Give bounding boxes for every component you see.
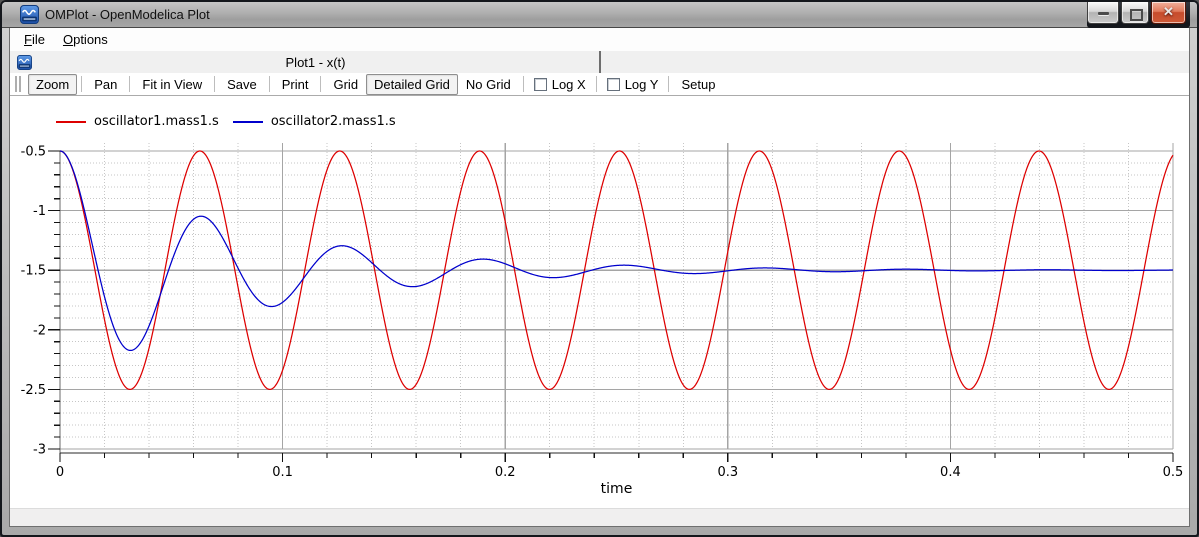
toolbar-separator xyxy=(129,76,130,92)
log-y-checkbox[interactable]: Log Y xyxy=(601,77,665,92)
tab-plot-icon xyxy=(17,55,32,70)
legend-swatch-red xyxy=(56,121,86,123)
svg-text:-2.5: -2.5 xyxy=(21,383,46,398)
log-x-checkbox[interactable]: Log X xyxy=(528,77,592,92)
checkbox-icon xyxy=(607,78,620,91)
toolbar-separator xyxy=(81,76,82,92)
tab-plot1[interactable]: Plot1 - x(t) xyxy=(13,51,601,73)
svg-text:-0.5: -0.5 xyxy=(21,145,46,160)
print-button[interactable]: Print xyxy=(274,74,317,95)
toolbar-separator xyxy=(596,76,597,92)
zoom-button[interactable]: Zoom xyxy=(28,74,77,95)
legend-item-oscillator1: oscillator1.mass1.s xyxy=(56,114,219,129)
toolbar-separator xyxy=(269,76,270,92)
x-axis-label: time xyxy=(60,481,1173,497)
svg-text:0.1: 0.1 xyxy=(272,465,293,480)
svg-text:0: 0 xyxy=(56,465,64,480)
toolbar-grip[interactable] xyxy=(15,76,22,92)
svg-text:-1.5: -1.5 xyxy=(21,264,46,279)
tab-bar: Plot1 - x(t) xyxy=(10,51,1189,73)
fit-in-view-button[interactable]: Fit in View xyxy=(134,74,210,95)
legend: oscillator1.mass1.s oscillator2.mass1.s xyxy=(56,114,396,129)
svg-text:0.4: 0.4 xyxy=(940,465,961,480)
legend-label: oscillator1.mass1.s xyxy=(94,114,219,129)
omplot-app-icon xyxy=(20,5,39,24)
legend-swatch-blue xyxy=(233,121,263,123)
save-button[interactable]: Save xyxy=(219,74,265,95)
toolbar: Zoom Pan Fit in View Save Print Grid Det… xyxy=(10,73,1189,96)
no-grid-button[interactable]: No Grid xyxy=(458,74,519,95)
legend-item-oscillator2: oscillator2.mass1.s xyxy=(233,114,396,129)
window-buttons: ✕ xyxy=(1087,2,1186,24)
toolbar-separator xyxy=(523,76,524,92)
window-title: OMPlot - OpenModelica Plot xyxy=(45,7,210,22)
status-bar xyxy=(10,508,1189,527)
close-icon: ✕ xyxy=(1152,4,1185,20)
detailed-grid-button[interactable]: Detailed Grid xyxy=(366,74,458,95)
toolbar-separator xyxy=(320,76,321,92)
toolbar-separator xyxy=(668,76,669,92)
legend-label: oscillator2.mass1.s xyxy=(271,114,396,129)
svg-text:0.3: 0.3 xyxy=(717,465,738,480)
checkbox-icon xyxy=(534,78,547,91)
tab-label: Plot1 - x(t) xyxy=(32,55,599,70)
grid-button[interactable]: Grid xyxy=(325,74,366,95)
svg-text:-1: -1 xyxy=(33,204,46,219)
pan-button[interactable]: Pan xyxy=(86,74,125,95)
menu-item-file[interactable]: File xyxy=(15,29,54,50)
menu-item-options[interactable]: Options xyxy=(54,29,117,50)
svg-text:0.5: 0.5 xyxy=(1163,465,1184,480)
menubar: File Options xyxy=(10,28,1189,51)
maximize-icon xyxy=(1130,9,1143,21)
maximize-button[interactable] xyxy=(1121,2,1149,24)
toolbar-separator xyxy=(214,76,215,92)
minimize-icon xyxy=(1098,12,1109,15)
svg-text:-3: -3 xyxy=(33,443,46,458)
close-button[interactable]: ✕ xyxy=(1151,2,1186,24)
titlebar[interactable]: OMPlot - OpenModelica Plot ✕ xyxy=(2,2,1197,28)
minimize-button[interactable] xyxy=(1087,2,1119,24)
plot-canvas[interactable]: 0 0.1 0.2 0.3 0.4 0.5 -0.5 -1 -1.5 -2 -2.5 -3 xyxy=(10,96,1190,508)
client-area: File Options Plot1 - x(t) Zoom Pan Fit i… xyxy=(9,28,1190,527)
setup-button[interactable]: Setup xyxy=(673,74,723,95)
svg-text:0.2: 0.2 xyxy=(495,465,516,480)
omplot-window: OMPlot - OpenModelica Plot ✕ File Option… xyxy=(0,0,1199,537)
svg-text:-2: -2 xyxy=(33,323,46,338)
